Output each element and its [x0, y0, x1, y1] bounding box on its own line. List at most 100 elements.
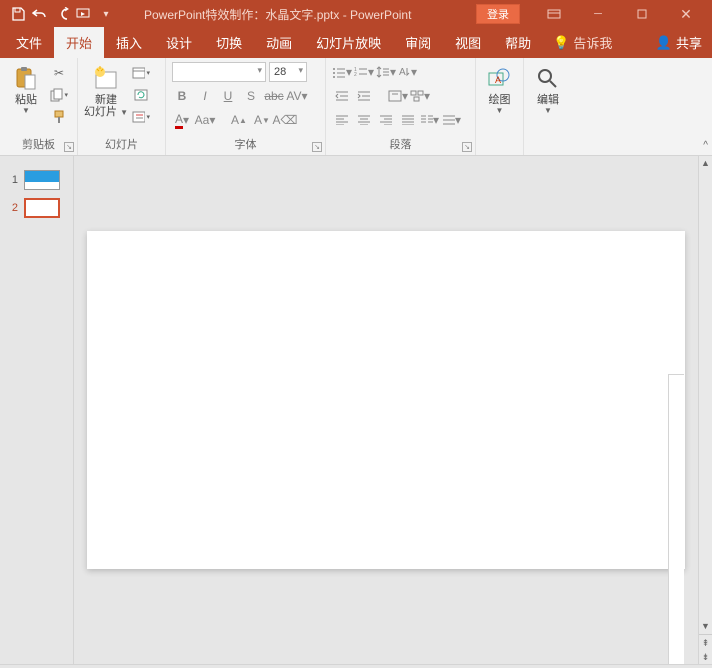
- scroll-down-icon[interactable]: ▼: [699, 619, 712, 633]
- workspace: 1 2 ▲ ▼ ⇞ ⇟: [0, 156, 712, 664]
- tab-animations[interactable]: 动画: [254, 27, 304, 58]
- slide-preview-icon: [24, 170, 60, 190]
- tab-design[interactable]: 设计: [154, 27, 204, 58]
- slide-thumbnail-panel[interactable]: 1 2: [0, 156, 74, 664]
- group-label: [482, 138, 517, 155]
- start-from-beginning-icon[interactable]: [76, 6, 92, 22]
- minimize-icon[interactable]: ─: [576, 0, 620, 28]
- change-case-button[interactable]: Aa▾: [195, 110, 215, 130]
- align-right-button[interactable]: [376, 110, 396, 130]
- slide-preview-icon: [24, 198, 60, 218]
- notes-panel[interactable]: [668, 374, 684, 664]
- copy-button[interactable]: ▾: [50, 86, 68, 104]
- quick-access-toolbar: ▾: [4, 6, 114, 22]
- title-bar: ▾ PowerPoint特效制作：水晶文字.pptx - PowerPoint …: [0, 0, 712, 28]
- columns-button[interactable]: ▾: [420, 110, 440, 130]
- lightbulb-icon: 💡: [553, 35, 569, 51]
- decrease-indent-button[interactable]: [332, 86, 352, 106]
- next-slide-icon[interactable]: ⇟: [699, 650, 712, 664]
- clear-formatting-button[interactable]: A⌫: [275, 110, 295, 130]
- tab-review[interactable]: 审阅: [393, 27, 443, 58]
- tab-transitions[interactable]: 切换: [204, 27, 254, 58]
- svg-text:A: A: [399, 67, 406, 78]
- reset-button[interactable]: [132, 86, 150, 104]
- ribbon-spacer: ^: [572, 58, 712, 155]
- font-color-button[interactable]: A▾: [172, 110, 192, 130]
- scroll-track[interactable]: [699, 170, 712, 619]
- numbering-button[interactable]: 12▾: [354, 62, 374, 82]
- section-button[interactable]: ▾: [132, 108, 150, 126]
- increase-indent-button[interactable]: [354, 86, 374, 106]
- editing-button[interactable]: 编辑 ▼: [530, 62, 566, 115]
- group-drawing: A 绘图 ▼: [476, 58, 524, 155]
- chevron-down-icon: ▼: [22, 106, 30, 115]
- grow-font-button[interactable]: A▲: [229, 110, 249, 130]
- find-icon: [534, 64, 562, 92]
- undo-icon[interactable]: [32, 6, 48, 22]
- format-painter-button[interactable]: [50, 108, 68, 126]
- layout-button[interactable]: ▾: [132, 64, 150, 82]
- font-size-combo[interactable]: 28: [269, 62, 307, 82]
- smartart-button[interactable]: ▾: [410, 86, 430, 106]
- prev-slide-icon[interactable]: ⇞: [699, 636, 712, 650]
- slide-number: 2: [8, 202, 18, 214]
- new-slide-button[interactable]: 新建幻灯片 ▼: [84, 62, 128, 119]
- font-name-combo[interactable]: [172, 62, 266, 82]
- drawing-label: 绘图: [489, 94, 511, 106]
- tab-help[interactable]: 帮助: [493, 27, 543, 58]
- tab-view[interactable]: 视图: [443, 27, 493, 58]
- group-editing: 编辑 ▼: [524, 58, 572, 155]
- char-spacing-button[interactable]: AV▾: [287, 86, 307, 106]
- dialog-launcher-icon[interactable]: ↘: [312, 142, 322, 152]
- qat-customize-icon[interactable]: ▾: [98, 6, 114, 22]
- align-center-button[interactable]: [354, 110, 374, 130]
- font-size-value: 28: [274, 66, 286, 78]
- bullets-button[interactable]: ▾: [332, 62, 352, 82]
- tab-insert[interactable]: 插入: [104, 27, 154, 58]
- align-left-button[interactable]: [332, 110, 352, 130]
- share-icon: 👤: [656, 35, 672, 51]
- tell-me[interactable]: 💡告诉我: [543, 27, 622, 58]
- text-direction-button[interactable]: A▾: [398, 62, 418, 82]
- slide-thumbnail-2[interactable]: 2: [0, 194, 73, 222]
- tab-slideshow[interactable]: 幻灯片放映: [304, 27, 393, 58]
- eraser-icon: A⌫: [273, 113, 298, 127]
- paste-label: 粘贴: [15, 94, 37, 106]
- shadow-button[interactable]: S: [241, 86, 261, 106]
- share-button[interactable]: 👤共享: [646, 27, 712, 58]
- align-text-button[interactable]: ▾: [388, 86, 408, 106]
- document-title: PowerPoint特效制作：水晶文字.pptx - PowerPoint: [114, 6, 476, 23]
- distribute-button[interactable]: ▾: [442, 110, 462, 130]
- login-button[interactable]: 登录: [476, 4, 520, 24]
- maximize-icon[interactable]: [620, 0, 664, 28]
- shrink-font-button[interactable]: A▼: [252, 110, 272, 130]
- scissors-icon: ✂: [54, 66, 64, 80]
- chevron-down-icon: ▼: [496, 106, 504, 115]
- italic-button[interactable]: I: [195, 86, 215, 106]
- slide[interactable]: [87, 231, 685, 569]
- cut-button[interactable]: ✂: [50, 64, 68, 82]
- vertical-scrollbar[interactable]: ▲ ▼ ⇞ ⇟: [698, 156, 712, 664]
- tab-home[interactable]: 开始: [54, 27, 104, 58]
- ribbon-display-icon[interactable]: [532, 0, 576, 28]
- save-icon[interactable]: [10, 6, 26, 22]
- scroll-up-icon[interactable]: ▲: [699, 156, 712, 170]
- ribbon: 粘贴 ▼ ✂ ▾ 剪贴板 ↘ 新建幻灯片 ▼ ▾ ▾ 幻灯片: [0, 58, 712, 156]
- redo-icon[interactable]: [54, 6, 70, 22]
- underline-button[interactable]: U: [218, 86, 238, 106]
- collapse-ribbon-icon[interactable]: ^: [703, 140, 708, 151]
- tab-file[interactable]: 文件: [4, 27, 54, 58]
- bold-button[interactable]: B: [172, 86, 192, 106]
- line-spacing-button[interactable]: ▾: [376, 62, 396, 82]
- dialog-launcher-icon[interactable]: ↘: [64, 142, 74, 152]
- slide-thumbnail-1[interactable]: 1: [0, 166, 73, 194]
- group-label: 段落: [332, 134, 469, 155]
- drawing-button[interactable]: A 绘图 ▼: [482, 62, 517, 115]
- editing-label: 编辑: [537, 94, 559, 106]
- slide-canvas-area[interactable]: [74, 156, 698, 664]
- strikethrough-button[interactable]: abc: [264, 86, 284, 106]
- dialog-launcher-icon[interactable]: ↘: [462, 142, 472, 152]
- justify-button[interactable]: [398, 110, 418, 130]
- paste-button[interactable]: 粘贴 ▼: [6, 62, 46, 115]
- close-icon[interactable]: ✕: [664, 0, 708, 28]
